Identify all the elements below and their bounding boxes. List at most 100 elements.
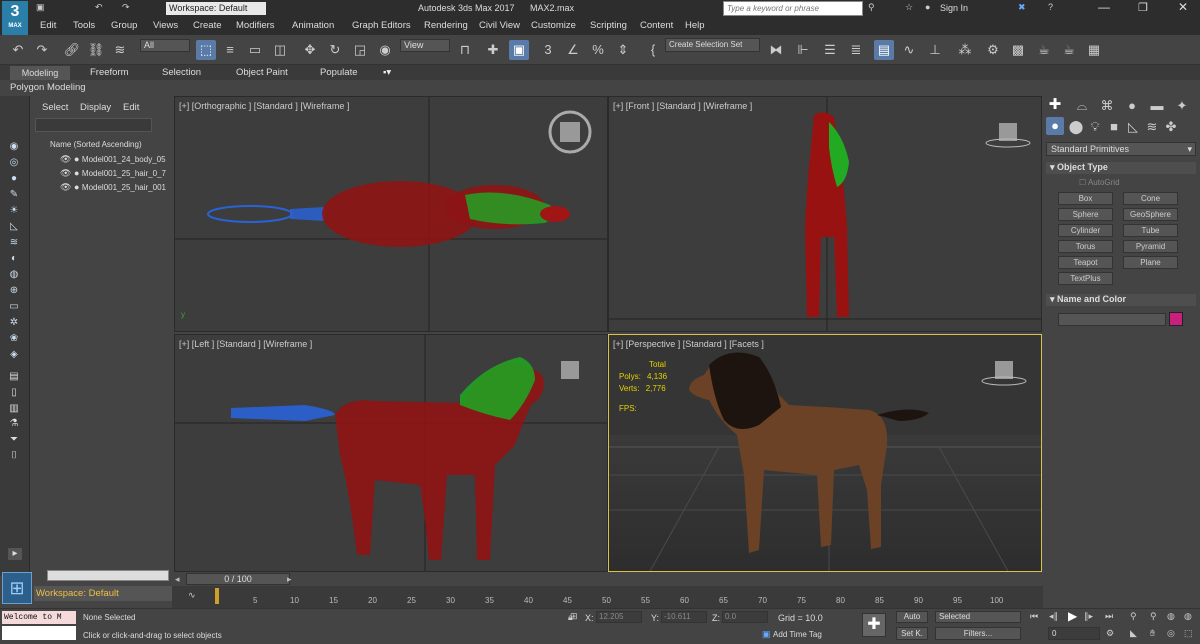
name-color-rollout[interactable]: ▾ Name and Color — [1046, 294, 1196, 306]
shapes-category-icon[interactable]: ⬤ — [1066, 117, 1086, 137]
viewport-label[interactable]: [+] [Perspective ] [Standard ] [Facets ] — [613, 339, 764, 349]
star-icon[interactable]: ☆ — [905, 2, 913, 13]
plane-button[interactable]: Plane — [1123, 256, 1178, 269]
scene-menu-edit[interactable]: Edit — [123, 102, 139, 113]
scene-search-field[interactable] — [35, 118, 152, 132]
mirror-icon[interactable]: ⧓ — [766, 40, 786, 60]
spinner-snap-icon[interactable]: ⇕ — [613, 40, 633, 60]
tab-modeling[interactable]: Modeling — [10, 66, 70, 80]
undo-quick-icon[interactable]: ↶ — [95, 2, 103, 13]
render-iterative-icon[interactable]: ☕︎ — [1059, 40, 1079, 60]
menu-group[interactable]: Group — [111, 20, 137, 31]
viewport-left[interactable]: [+] [Left ] [Standard ] [Wireframe ] — [174, 334, 608, 572]
display-containers-icon[interactable]: ✲ — [7, 317, 21, 329]
percent-snap-icon[interactable]: % — [588, 40, 608, 60]
rendered-frame-icon[interactable]: ▩ — [1008, 40, 1028, 60]
modify-tab-icon[interactable]: ⌓ — [1072, 96, 1092, 116]
auto-key-button[interactable]: Auto — [896, 611, 928, 623]
add-time-tag-button[interactable]: ▣ Add Time Tag — [762, 627, 852, 641]
display-spacewarps-icon[interactable]: ◐ — [7, 253, 21, 265]
list-item[interactable]: 👁︎ ● Model001_24_body_05 — [60, 154, 172, 166]
teapot-button[interactable]: Teapot — [1058, 256, 1113, 269]
workspace-dropdown[interactable]: Workspace: Default — [166, 2, 266, 15]
display-bones-icon[interactable]: ▭ — [7, 301, 21, 313]
binoculars-icon[interactable]: ⚲ — [868, 2, 875, 13]
user-icon[interactable]: ● — [925, 2, 930, 12]
funnel-icon[interactable]: ⏷ — [7, 434, 21, 446]
motion-tab-icon[interactable]: ● — [1122, 96, 1142, 116]
tube-button[interactable]: Tube — [1123, 224, 1178, 237]
help-icon[interactable]: ? — [1048, 2, 1053, 12]
menu-customize[interactable]: Customize — [531, 20, 576, 31]
display-influences-icon[interactable]: ▥ — [7, 403, 21, 415]
render-production-icon[interactable]: ☕︎ — [1034, 40, 1054, 60]
bind-spacewarp-icon[interactable]: ≋ — [110, 40, 130, 60]
zoom-extents-icon[interactable]: ◍ — [1167, 611, 1175, 622]
next-frame-button[interactable]: ▸ — [287, 574, 292, 585]
current-frame-field[interactable]: 0 — [1048, 627, 1100, 640]
viewport-label[interactable]: [+] [Front ] [Standard ] [Wireframe ] — [613, 101, 752, 111]
pan-hand-icon[interactable]: ✋︎ — [1150, 628, 1155, 639]
scene-menu-select[interactable]: Select — [42, 102, 68, 113]
display-cameras-icon[interactable]: ◺ — [7, 221, 21, 233]
maxscript-listener[interactable]: Welcome to M — [2, 611, 76, 624]
autogrid-checkbox[interactable]: ☐ AutoGrid — [1079, 178, 1120, 187]
utilities-tab-icon[interactable]: ✦ — [1172, 96, 1192, 116]
time-slider[interactable]: ◂ 0 / 100 ▸ — [172, 572, 1043, 586]
horizontal-scrollbar[interactable] — [47, 570, 169, 581]
curve-editor-icon[interactable]: ∿ — [899, 40, 919, 60]
exchange-icon[interactable]: ✖ — [1018, 2, 1026, 13]
filter-icon[interactable]: ⚗ — [7, 418, 21, 430]
lights-category-icon[interactable]: 💡︎ — [1085, 117, 1105, 137]
play-icon[interactable]: ▶ — [1068, 609, 1077, 623]
torus-button[interactable]: Torus — [1058, 240, 1113, 253]
list-item[interactable]: 👁︎ ● Model001_25_hair_0_7 — [60, 168, 172, 180]
menu-views[interactable]: Views — [153, 20, 178, 31]
zoom-icon[interactable]: ⚲ — [1130, 611, 1137, 622]
close-button[interactable]: ✕ — [1178, 0, 1188, 14]
ribbon-panel-label[interactable]: Polygon Modeling — [10, 82, 86, 93]
visibility-eye-icon[interactable]: 👁︎ — [60, 168, 71, 178]
track-bar[interactable]: ∿ 5 10 15 20 25 30 35 40 45 50 55 60 65 … — [172, 586, 1043, 608]
maxscript-input[interactable] — [2, 626, 76, 640]
textplus-button[interactable]: TextPlus — [1058, 272, 1113, 285]
display-geometry-icon[interactable]: ● — [7, 173, 21, 185]
geosphere-button[interactable]: GeoSphere — [1123, 208, 1178, 221]
zoom-extents-all-icon[interactable]: ◍ — [1184, 611, 1192, 622]
visibility-eye-icon[interactable]: 👁︎ — [60, 154, 71, 164]
move-icon[interactable]: ✥ — [300, 40, 320, 60]
menu-scripting[interactable]: Scripting — [590, 20, 627, 31]
z-coordinate-field[interactable]: 0.0 — [722, 611, 768, 623]
window-crossing-icon[interactable]: ◫ — [270, 40, 290, 60]
layer-explorer-icon[interactable]: ≣ — [846, 40, 866, 60]
tab-selection[interactable]: Selection — [162, 67, 201, 78]
select-manipulate-icon[interactable]: ✚ — [483, 40, 503, 60]
reference-coord-dropdown[interactable]: View — [400, 39, 450, 52]
orbit-icon[interactable]: ◎ — [1167, 628, 1175, 639]
menu-tools[interactable]: Tools — [73, 20, 95, 31]
display-frozen-icon[interactable]: ❀ — [7, 333, 21, 345]
frame-slider-thumb[interactable]: 0 / 100 — [186, 573, 290, 585]
schematic-view-icon[interactable]: ⊥ — [925, 40, 945, 60]
display-helpers-icon[interactable]: ≋ — [7, 237, 21, 249]
time-config-icon[interactable]: ⚙ — [1106, 628, 1114, 639]
coord-mode-icon[interactable]: ⊞ — [570, 611, 578, 622]
key-filter-dropdown[interactable]: Selected — [935, 611, 1021, 623]
display-tab-icon[interactable]: ▬ — [1147, 96, 1167, 116]
cameras-category-icon[interactable]: ■ — [1104, 117, 1124, 137]
pyramid-button[interactable]: Pyramid — [1123, 240, 1178, 253]
object-name-field[interactable] — [1058, 313, 1166, 326]
align-icon[interactable]: ⊩ — [793, 40, 813, 60]
viewport-front[interactable]: [+] [Front ] [Standard ] [Wireframe ] — [608, 96, 1042, 332]
object-type-rollout[interactable]: ▾ Object Type — [1046, 162, 1196, 174]
select-filter-icon[interactable]: ◉ — [7, 141, 21, 153]
display-all-icon[interactable]: ▤ — [7, 371, 21, 383]
menu-edit[interactable]: Edit — [40, 20, 56, 31]
spacewarps-category-icon[interactable]: ≋ — [1142, 117, 1162, 137]
keyboard-shortcut-icon[interactable]: ▣ — [509, 40, 529, 60]
viewport-orthographic[interactable]: y [+] [Orthographic ] [Standard ] [Wiref… — [174, 96, 608, 332]
ribbon-options-icon[interactable]: ▪▾ — [383, 67, 391, 78]
viewport-label[interactable]: [+] [Orthographic ] [Standard ] [Wirefra… — [179, 101, 349, 111]
search-input[interactable] — [723, 1, 863, 16]
goto-start-icon[interactable]: ⏮ — [1030, 611, 1038, 622]
